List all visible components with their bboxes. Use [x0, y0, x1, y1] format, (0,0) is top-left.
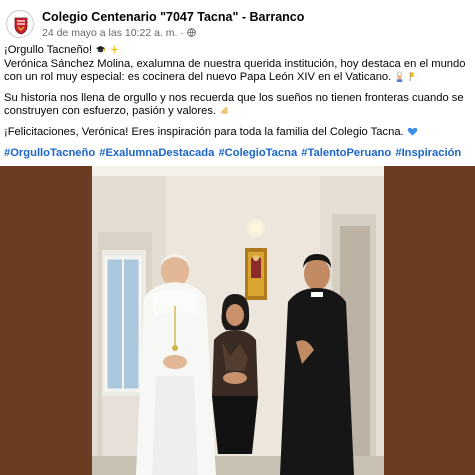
hashtag-link[interactable]: #Inspiración: [395, 147, 461, 159]
post-meta: 24 de mayo a las 10:22 a. m. ·: [42, 27, 196, 39]
post-paragraph-3-text: ¡Felicitaciones, Verónica! Eres inspirac…: [4, 125, 404, 138]
photo-pope-with-cook-and-priest: [92, 166, 384, 475]
blue-heart-icon: [407, 127, 418, 136]
hashtag-link[interactable]: #ExalumnaDestacada: [99, 147, 214, 159]
flag-icon: [410, 72, 418, 82]
post-timestamp[interactable]: 24 de mayo a las 10:22 a. m.: [42, 27, 177, 39]
hashtag-list: #OrgulloTacneño #ExalumnaDestacada #Cole…: [4, 147, 468, 161]
post-paragraph-3: ¡Felicitaciones, Verónica! Eres inspirac…: [4, 126, 468, 140]
post-paragraph-1: ¡Orgullo Tacneño! Verónica Sánchez Molin…: [4, 44, 468, 85]
post-paragraph-2-text: Su historia nos llena de orgullo y nos r…: [4, 91, 464, 118]
post-header: Colegio Centenario "7047 Tacna" - Barran…: [6, 8, 466, 42]
post-author-name[interactable]: Colegio Centenario "7047 Tacna" - Barran…: [42, 10, 304, 24]
muscle-icon: [221, 107, 229, 115]
school-logo-avatar[interactable]: [6, 10, 34, 38]
hashtag-link[interactable]: #TalentoPeruano: [301, 147, 391, 159]
facebook-post: Colegio Centenario "7047 Tacna" - Barran…: [0, 0, 475, 475]
hashtag-link[interactable]: #ColegioTacna: [218, 147, 297, 159]
post-paragraph-2: Su historia nos llena de orgullo y nos r…: [4, 92, 468, 119]
post-photo[interactable]: [92, 166, 384, 475]
sparkles-icon: [110, 44, 120, 55]
cook-icon: [397, 71, 403, 83]
school-crest-icon: [8, 12, 33, 37]
globe-icon[interactable]: [187, 28, 196, 37]
graduation-cap-icon: [96, 45, 106, 53]
post-body: ¡Orgullo Tacneño! Verónica Sánchez Molin…: [4, 44, 468, 167]
hashtag-link[interactable]: #OrgulloTacneño: [4, 147, 95, 159]
post-photo-frame[interactable]: [0, 166, 475, 475]
meta-separator: ·: [180, 27, 184, 39]
post-title-line: ¡Orgullo Tacneño!: [4, 44, 93, 56]
